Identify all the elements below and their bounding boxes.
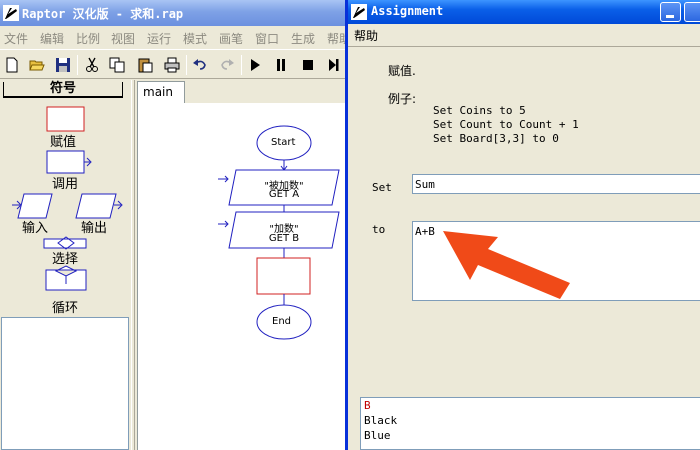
output-arrow-icon [114, 200, 123, 210]
annotation-arrow-icon [443, 231, 570, 299]
menu-file[interactable]: 文件 [4, 30, 28, 47]
call-arrow-icon [84, 157, 92, 167]
palette-select-label: 选择 [52, 252, 79, 267]
step-button[interactable] [322, 54, 344, 76]
menu-edit[interactable]: 编辑 [40, 30, 64, 47]
dialog-title: Assignment [371, 4, 444, 18]
save-icon [56, 58, 70, 72]
pause-button[interactable] [270, 54, 292, 76]
main-menubar: 文件 编辑 比例 视图 运行 模式 画笔 窗口 生成 帮助 [0, 26, 351, 48]
call-symbol[interactable] [46, 150, 85, 174]
menu-view[interactable]: 视图 [111, 30, 135, 47]
step-icon [329, 59, 339, 71]
flowchart-canvas[interactable]: Start "被加数" GET A "加数" GET B End [137, 103, 345, 450]
new-icon [6, 57, 18, 73]
palette-symbols [12, 106, 123, 291]
assignment-symbol[interactable] [256, 257, 311, 295]
redo-button[interactable] [216, 54, 238, 76]
save-button[interactable] [52, 54, 74, 76]
pause-icon [277, 59, 285, 71]
paste-icon [138, 58, 153, 73]
input-arrow-icon [218, 175, 229, 183]
flowchart-shapes [218, 125, 340, 340]
menu-window[interactable]: 窗口 [255, 30, 279, 47]
suggestion-item[interactable]: Blue [361, 428, 700, 443]
run-button[interactable] [244, 54, 266, 76]
main-toolbar [0, 49, 345, 79]
stop-button[interactable] [297, 54, 319, 76]
assign-symbol[interactable] [46, 106, 85, 132]
new-button[interactable] [1, 54, 23, 76]
input-a-variable: GET A [268, 189, 300, 200]
dialog-titlebar[interactable]: Assignment [348, 0, 700, 24]
minimize-button[interactable] [660, 2, 681, 22]
raptor-app-icon [3, 5, 19, 21]
palette-output-label: 输出 [81, 221, 108, 236]
menu-mode[interactable]: 模式 [183, 30, 207, 47]
splitter[interactable] [131, 80, 135, 450]
run-icon [251, 59, 260, 71]
copy-button[interactable] [106, 54, 128, 76]
input-b-variable: GET B [268, 233, 300, 244]
end-label: End [272, 316, 292, 327]
raptor-app-icon [351, 4, 367, 20]
suggestion-list[interactable]: B Black Blue [360, 397, 700, 450]
input-arrow-icon [12, 200, 22, 210]
tab-main[interactable]: main [137, 81, 185, 103]
dialog-menu-divider [348, 46, 700, 47]
cut-button[interactable] [81, 54, 103, 76]
menu-generate[interactable]: 生成 [291, 30, 315, 47]
suggestion-item[interactable]: B [361, 398, 700, 413]
menu-scale[interactable]: 比例 [76, 30, 100, 47]
palette-assign-label: 赋值 [50, 135, 77, 150]
example-line: Set Count to Count + 1 [433, 118, 579, 131]
start-label: Start [271, 137, 296, 148]
example-line: Set Board[3,3] to 0 [433, 132, 559, 145]
menu-pen[interactable]: 画笔 [219, 30, 243, 47]
undo-button[interactable] [189, 54, 211, 76]
set-variable-value: Sum [415, 178, 435, 191]
input-arrow-icon [218, 220, 229, 228]
loop-symbol[interactable] [45, 265, 87, 291]
toolbar-separator [241, 55, 242, 75]
main-window-titlebar[interactable]: Raptor 汉化版 - 求和.rap [0, 0, 345, 26]
open-icon [29, 60, 45, 71]
palette-call-label: 调用 [52, 177, 79, 192]
palette-loop-label: 循环 [52, 301, 79, 316]
copy-icon [109, 57, 125, 73]
dialog-menu-help[interactable]: 帮助 [354, 27, 378, 44]
dialog-description: 赋值. [388, 64, 416, 78]
set-label: Set [372, 181, 392, 194]
open-button[interactable] [26, 54, 48, 76]
symbol-palette: 符号 赋值 调用 输入 输出 选择 循环 [0, 80, 131, 316]
output-symbol[interactable] [75, 193, 117, 219]
palette-variables-panel[interactable] [1, 317, 129, 450]
undo-icon [193, 59, 206, 70]
input-symbol[interactable] [17, 193, 53, 219]
paste-button[interactable] [134, 54, 156, 76]
example-line: Set Coins to 5 [433, 104, 526, 117]
palette-input-label: 输入 [22, 221, 49, 236]
examples-heading: 例子: [388, 92, 417, 106]
toolbar-separator [77, 55, 78, 75]
maximize-button[interactable] [684, 2, 700, 22]
to-expression-value: A+B [415, 225, 435, 238]
main-window-title: Raptor 汉化版 - 求和.rap [22, 7, 184, 21]
screen: Raptor 汉化版 - 求和.rap 文件 编辑 比例 视图 运行 模式 画笔… [0, 0, 700, 450]
to-label: to [372, 223, 386, 236]
redo-icon [221, 59, 234, 70]
print-icon [164, 57, 180, 73]
menu-run[interactable]: 运行 [147, 30, 171, 47]
print-button[interactable] [161, 54, 183, 76]
set-variable-field[interactable]: Sum [412, 174, 700, 194]
cut-icon [86, 57, 98, 72]
suggestion-item[interactable]: Black [361, 413, 700, 428]
stop-icon [303, 60, 313, 70]
toolbar-separator [186, 55, 187, 75]
